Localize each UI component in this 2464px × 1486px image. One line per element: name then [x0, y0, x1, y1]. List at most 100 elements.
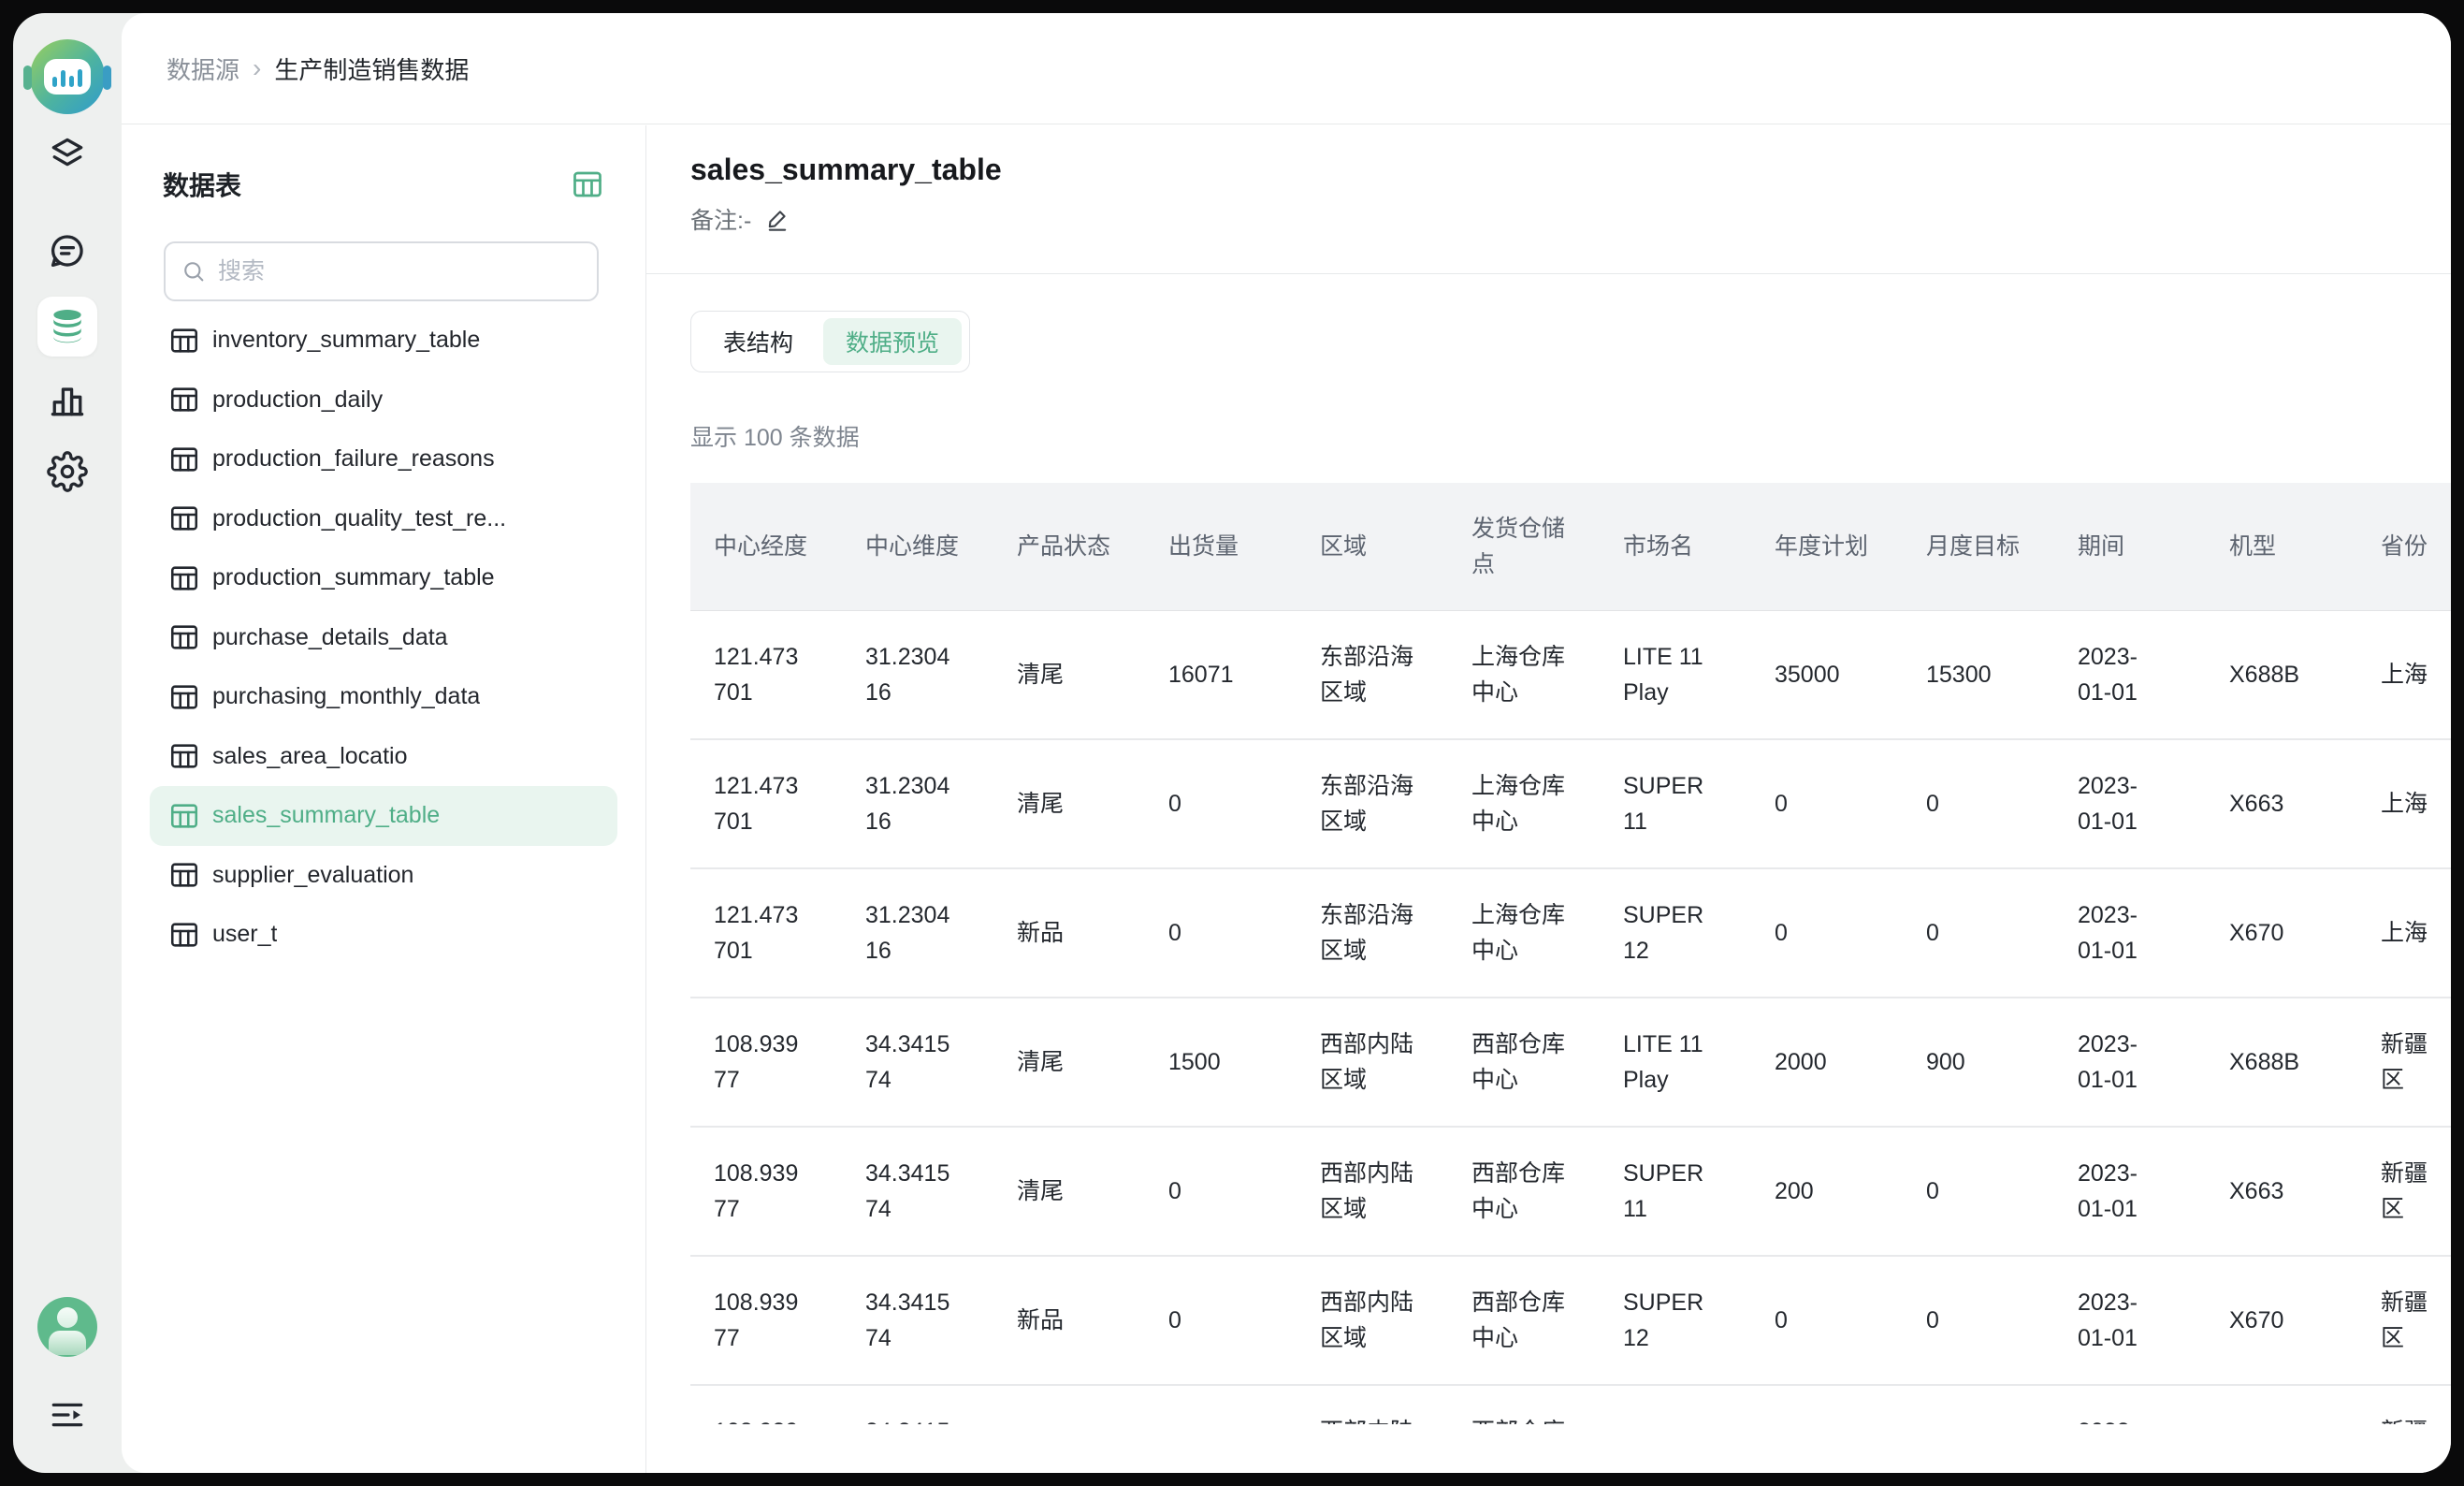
table-cell: 西部内陆 区域	[1297, 1257, 1448, 1384]
edit-note-button[interactable]	[764, 206, 790, 232]
table-cell: 31.2304 16	[842, 869, 993, 997]
table-cell: 清尾	[993, 1128, 1145, 1255]
bar-chart-icon	[47, 380, 88, 421]
table-cell: 121.473 701	[690, 611, 842, 738]
main-panel: sales_summary_table 备注:- 表结构 数据预览	[646, 124, 2451, 1473]
table-row: 108.939 7734.3415 74清尾1500西部内陆 区域西部仓库 中心…	[690, 998, 2451, 1128]
sidebar-item-production-summary-table[interactable]: production_summary_table	[150, 548, 617, 608]
table-cell: 新疆 区	[2357, 1257, 2451, 1384]
table-cell: SUPER 11	[1600, 740, 1751, 867]
table-cell: 200	[1751, 1128, 1903, 1255]
table-row: 108.939 7734.3415 74清尾0西部内陆 区域西部仓库 中心SUP…	[690, 1128, 2451, 1257]
sidebar-item-production-quality-test-re-[interactable]: production_quality_test_re...	[150, 489, 617, 549]
add-table-button[interactable]	[571, 168, 604, 201]
app-window: 数据源 › 生产制造销售数据 数据表	[0, 0, 2464, 1486]
gear-icon	[47, 451, 88, 492]
breadcrumb-parent[interactable]: 数据源	[167, 51, 239, 86]
table-cell: 34.3415 74	[842, 1257, 993, 1384]
collapse-sidebar-button[interactable]	[37, 1385, 97, 1445]
chat-icon	[47, 230, 88, 271]
table-row: 121.473 70131.2304 16新品0东部沿海 区域上海仓库 中心SU…	[690, 869, 2451, 998]
column-header: 省份	[2357, 483, 2451, 610]
table-cell: 108.939 77	[690, 998, 842, 1126]
table-cell: 上海	[2357, 869, 2451, 997]
sidebar-item-label: purchasing_monthly_data	[212, 683, 480, 710]
table-header-row: 中心经度中心维度产品状态出货量区域发货仓储 点市场名年度计划月度目标期间机型省份	[690, 483, 2451, 611]
table-cell: 0	[1145, 1128, 1297, 1255]
pencil-icon	[764, 206, 790, 232]
sidebar-item-label: purchase_details_data	[212, 624, 448, 651]
table-cell: 清尾	[993, 740, 1145, 867]
table-icon	[168, 800, 200, 832]
table-cell: 16071	[1145, 611, 1297, 738]
column-header: 月度目标	[1903, 483, 2054, 610]
user-avatar[interactable]	[37, 1297, 97, 1357]
table-cell: LITE 11 Play	[1600, 611, 1751, 738]
table-cell: 0	[1903, 1257, 2054, 1384]
table-cell: 0	[1751, 740, 1903, 867]
tab-table-structure[interactable]: 表结构	[699, 318, 818, 365]
column-header: 期间	[2054, 483, 2206, 610]
sidebar-nav-charts[interactable]	[37, 371, 97, 430]
sidebar-item-inventory-summary-table[interactable]: inventory_summary_table	[150, 311, 617, 371]
table-cell: 0	[1903, 740, 2054, 867]
table-cell: 新疆 区	[2357, 998, 2451, 1126]
row-count-text: 显示 100 条数据	[690, 419, 2451, 453]
sidebar-item-sales-summary-table[interactable]: sales_summary_table	[150, 786, 617, 846]
table-cell: 上海仓库 中心	[1448, 611, 1600, 738]
table-cell: X688B	[2206, 611, 2357, 738]
table-cell: 2023- 01-01	[2054, 1128, 2206, 1255]
table-cell	[1145, 1386, 1297, 1424]
avatar-body	[49, 1331, 86, 1355]
sidebar-nav-settings[interactable]	[37, 442, 97, 502]
table-cell: 新品	[993, 869, 1145, 997]
table-cell: SUPER 12	[1600, 1257, 1751, 1384]
table-cell: 西部仓库 中心	[1448, 1128, 1600, 1255]
table-icon	[168, 444, 200, 475]
table-cell: 34.3415 74	[842, 998, 993, 1126]
table-cell: 上海仓库 中心	[1448, 869, 1600, 997]
breadcrumb-current: 生产制造销售数据	[274, 51, 469, 86]
layers-icon	[47, 134, 88, 175]
table-detail-header: sales_summary_table 备注:-	[646, 124, 2451, 274]
table-icon	[168, 621, 200, 653]
table-cell: 1500	[1145, 998, 1297, 1126]
table-cell: 东部沿海 区域	[1297, 740, 1448, 867]
column-header: 机型	[2206, 483, 2357, 610]
table-cell: 西部内陆 区域	[1297, 1386, 1448, 1424]
sidebar-item-purchase-details-data[interactable]: purchase_details_data	[150, 608, 617, 668]
table-cell: 西部仓库 中心	[1448, 998, 1600, 1126]
sidebar-item-supplier-evaluation[interactable]: supplier_evaluation	[150, 846, 617, 906]
sidebar-item-purchasing-monthly-data[interactable]: purchasing_monthly_data	[150, 667, 617, 727]
sidebar-item-label: production_quality_test_re...	[212, 505, 506, 532]
sidebar-item-user-t[interactable]: user_t	[150, 905, 617, 965]
sidebar-item-label: inventory_summary_table	[212, 327, 480, 354]
content-card: 数据源 › 生产制造销售数据 数据表	[122, 13, 2451, 1473]
table-cell: SUPER 12	[1600, 869, 1751, 997]
sidebar-item-label: production_daily	[212, 386, 383, 414]
table-cell: 0	[1145, 1257, 1297, 1384]
sidebar-item-sales-area-locatio[interactable]: sales_area_locatio	[150, 727, 617, 787]
table-cell: 0	[1751, 869, 1903, 997]
table-cell: 新疆 区	[2357, 1128, 2451, 1255]
tab-data-preview[interactable]: 数据预览	[823, 318, 962, 365]
sidebar-item-production-failure-reasons[interactable]: production_failure_reasons	[150, 430, 617, 489]
table-cell	[2206, 1386, 2357, 1424]
table-cell: 2023- 01-01	[2054, 1257, 2206, 1384]
table-cell: 108.939 77	[690, 1128, 842, 1255]
table-icon	[168, 503, 200, 534]
sidebar-nav-datasource[interactable]	[37, 297, 97, 357]
search-input[interactable]	[218, 258, 582, 285]
column-header: 年度计划	[1751, 483, 1903, 610]
search-icon	[181, 258, 207, 284]
table-icon	[168, 681, 200, 713]
sidebar-title: 数据表	[163, 166, 241, 203]
table-cell: X663	[2206, 1128, 2357, 1255]
table-body: 121.473 70131.2304 16清尾16071东部沿海 区域上海仓库 …	[690, 611, 2451, 1424]
column-header: 市场名	[1600, 483, 1751, 610]
sidebar-nav-chat[interactable]	[37, 221, 97, 281]
sidebar-item-production-daily[interactable]: production_daily	[150, 371, 617, 430]
table-cell: 上海	[2357, 740, 2451, 867]
table-cell: 0	[1751, 1257, 1903, 1384]
sidebar-nav-layers[interactable]	[37, 124, 97, 184]
